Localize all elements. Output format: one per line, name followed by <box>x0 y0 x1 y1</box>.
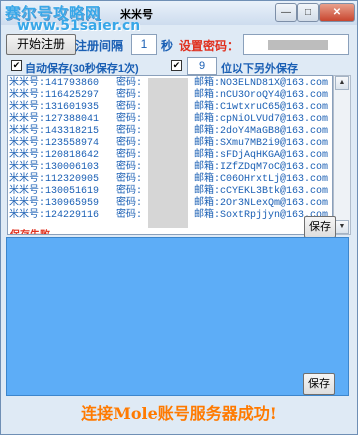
account-number: 米米号:124229116 <box>9 210 100 221</box>
app-window: 赛尔号攻略网 米米号 — □ ✕ www.51saier.cn 开始注册 注册间… <box>0 0 358 435</box>
account-password: 密码: <box>116 126 143 137</box>
account-email: 邮箱:C06OHrxtLj@163.com <box>194 174 329 185</box>
account-email: 邮箱:2doY4MaGB8@163.com <box>194 126 329 137</box>
account-number: 米米号:112320905 <box>9 174 100 185</box>
account-email: 邮箱:NO3ELND81X@163.com <box>194 78 329 89</box>
account-password: 密码: <box>116 162 143 173</box>
account-password: 密码: <box>116 150 143 161</box>
account-password: 密码: <box>116 210 143 221</box>
digits-input[interactable]: 9 <box>187 57 217 75</box>
account-number: 米米号:116425297 <box>9 90 100 101</box>
partial-row-text: 保存失败 <box>10 226 50 234</box>
account-number: 米米号:130006103 <box>9 162 100 173</box>
password-redaction <box>148 78 188 228</box>
account-password: 密码: <box>116 174 143 185</box>
account-password: 密码: <box>116 78 143 89</box>
account-email: 邮箱:SXmu7MB2i9@163.com <box>194 138 329 149</box>
status-message: 连接Mole账号服务器成功! <box>81 404 277 423</box>
account-number: 米米号:127388041 <box>9 114 100 125</box>
password-input[interactable] <box>243 34 349 55</box>
list-scrollbar[interactable]: ▲ ▼ <box>333 75 351 235</box>
log-panel[interactable] <box>6 237 349 396</box>
scroll-down-arrow-icon[interactable]: ▼ <box>335 220 349 234</box>
account-email: 邮箱:sFDjAqHKGA@163.com <box>194 150 329 161</box>
close-button[interactable]: ✕ <box>319 3 355 22</box>
interval-input[interactable]: 1 <box>131 34 157 55</box>
account-email: 邮箱:IZfZDqM7oC@163.com <box>194 162 329 173</box>
interval-label: 注册间隔 <box>75 39 124 53</box>
url-watermark: www.51saier.cn <box>17 18 141 34</box>
account-number: 米米号:123558974 <box>9 138 100 149</box>
account-number: 米米号:130051619 <box>9 186 100 197</box>
account-number: 米米号:131601935 <box>9 102 100 113</box>
start-register-button[interactable]: 开始注册 <box>6 34 76 55</box>
digits-label: 位以下另外保存 <box>221 63 298 75</box>
autosave-checkbox[interactable]: ✔ <box>11 60 22 71</box>
account-password: 密码: <box>116 138 143 149</box>
account-number: 米米号:143318215 <box>9 126 100 137</box>
account-email: 邮箱:cCYEKL3Btk@163.com <box>194 186 329 197</box>
account-number: 米米号:120818642 <box>9 150 100 161</box>
scroll-up-arrow-icon[interactable]: ▲ <box>335 76 349 90</box>
account-password: 密码: <box>116 102 143 113</box>
account-password: 密码: <box>116 114 143 125</box>
account-email: 邮箱:2Or3NLexQm@163.com <box>194 198 329 209</box>
account-number: 米米号:141793860 <box>9 78 100 89</box>
account-password: 密码: <box>116 198 143 209</box>
account-list[interactable]: 米米号:141793860 密码: 邮箱:NO3ELND81X@163.com … <box>7 75 333 235</box>
seconds-label: 秒 <box>161 39 174 53</box>
password-label: 设置密码： <box>179 39 240 53</box>
account-email: 邮箱:nCU3OroQY4@163.com <box>194 90 329 101</box>
digits-checkbox[interactable]: ✔ <box>171 60 182 71</box>
autosave-label: 自动保存(30秒保存1次) <box>25 63 139 75</box>
account-email: 邮箱:cpNiOLVUd7@163.com <box>194 114 329 125</box>
account-email: 邮箱:C1wtxruC65@163.com <box>194 102 329 113</box>
minimize-button[interactable]: — <box>275 3 297 22</box>
save-list-button[interactable]: 保存 <box>304 216 336 238</box>
account-password: 密码: <box>116 90 143 101</box>
account-password: 密码: <box>116 186 143 197</box>
save-log-button[interactable]: 保存 <box>303 373 335 395</box>
account-number: 米米号:130965959 <box>9 198 100 209</box>
maximize-button[interactable]: □ <box>297 3 319 22</box>
password-redaction <box>268 40 328 50</box>
